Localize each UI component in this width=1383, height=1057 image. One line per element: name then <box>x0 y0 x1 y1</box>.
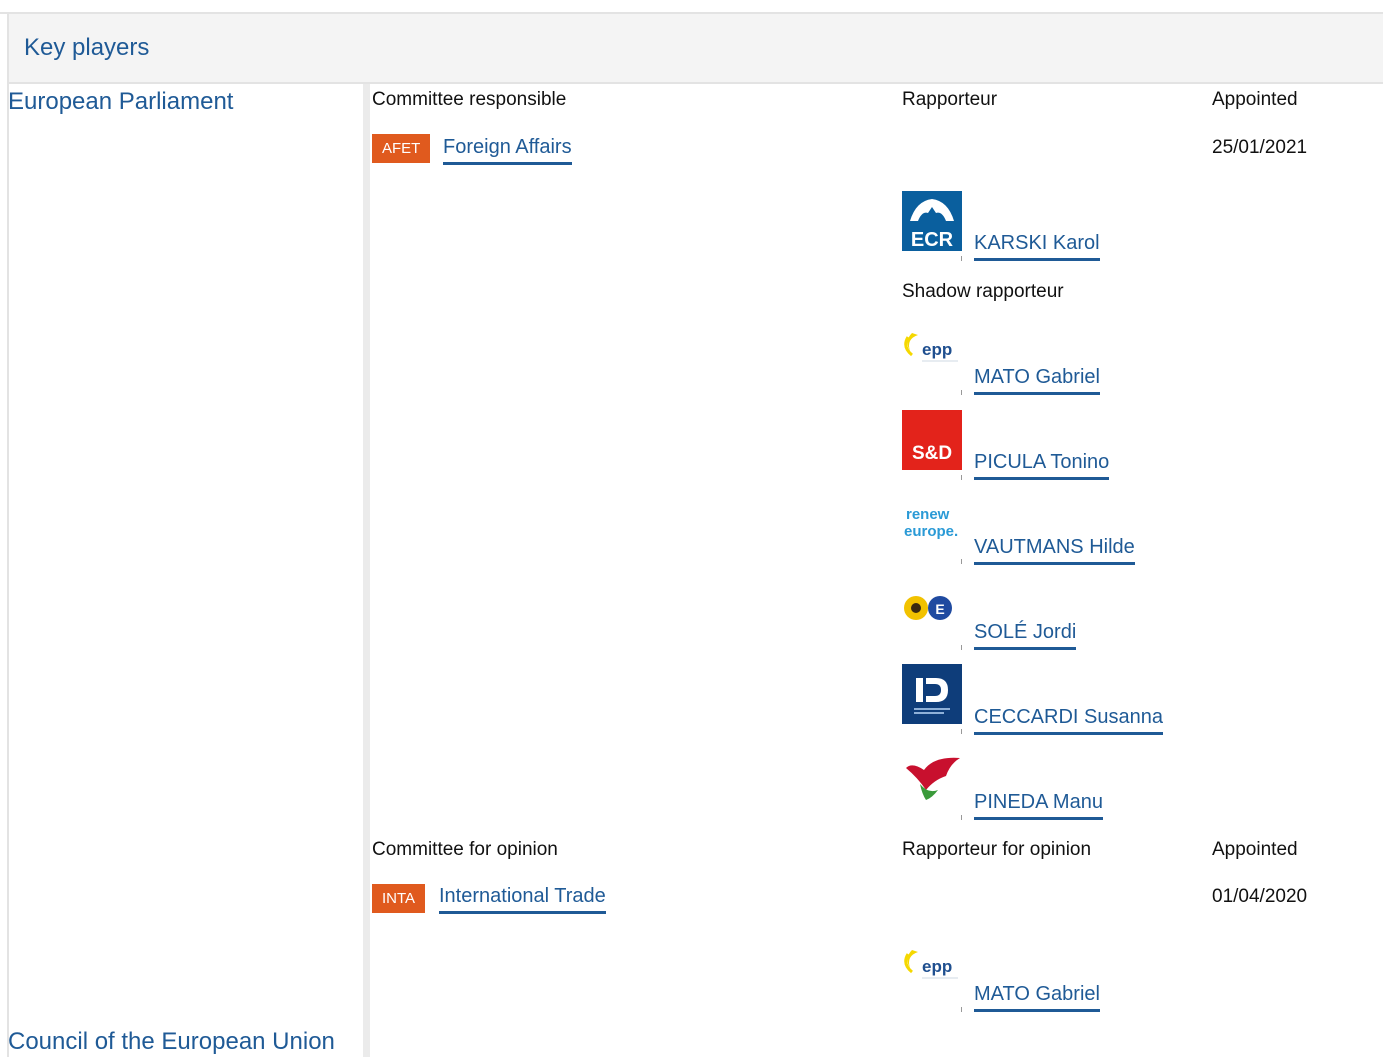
left-border <box>7 84 9 1057</box>
svg-text:renew: renew <box>906 506 950 523</box>
committee-badge-inta: INTA <box>372 884 426 913</box>
rapporteur-opinion-header: Rapporteur for opinion <box>902 839 1092 860</box>
committee-responsible-header: Committee responsible <box>372 89 567 110</box>
epp-logo-icon: epp <box>902 942 962 1002</box>
institution-council[interactable]: Council of the European Union <box>8 1028 335 1056</box>
logo-marker <box>961 559 962 564</box>
logo-marker <box>961 1007 962 1012</box>
logo-marker <box>961 256 962 261</box>
logo-marker <box>961 645 962 650</box>
svg-text:europe.: europe. <box>904 523 958 540</box>
id-logo-icon <box>902 664 962 724</box>
opinion-appointed-header: Appointed <box>1212 839 1298 860</box>
opinion-rapporteur-link-mato[interactable]: MATO Gabriel <box>974 983 1100 1012</box>
shadow-link-ceccardi[interactable]: CECCARDI Susanna <box>974 706 1163 735</box>
gue-ngl-logo-icon <box>902 750 962 810</box>
logo-marker <box>961 475 962 480</box>
appointed-header: Appointed <box>1212 89 1298 110</box>
svg-text:epp: epp <box>922 340 952 359</box>
renew-logo-icon: renew europe. <box>902 494 962 554</box>
ecr-logo-icon: ECR <box>902 191 962 251</box>
rapporteur-link-karski[interactable]: KARSKI Karol <box>974 232 1100 261</box>
shadow-link-sole[interactable]: SOLÉ Jordi <box>974 621 1077 650</box>
shadow-rapporteur-header: Shadow rapporteur <box>902 281 1064 302</box>
svg-text:epp: epp <box>922 957 952 976</box>
committee-link-foreign-affairs[interactable]: Foreign Affairs <box>443 136 572 165</box>
opinion-appointed-date: 01/04/2020 <box>1212 886 1308 907</box>
svg-text:ECR: ECR <box>911 229 954 251</box>
logo-marker <box>961 390 962 395</box>
appointed-date: 25/01/2021 <box>1212 137 1308 158</box>
logo-marker <box>961 729 962 734</box>
logo-marker <box>961 815 962 820</box>
svg-text:E: E <box>935 601 944 617</box>
committee-link-international-trade[interactable]: International Trade <box>439 885 606 914</box>
rapporteur-header: Rapporteur <box>902 89 998 110</box>
shadow-link-picula[interactable]: PICULA Tonino <box>974 451 1110 480</box>
epp-logo-icon: epp <box>902 325 962 385</box>
section-title: Key players <box>24 34 150 61</box>
sd-logo-icon: S&D <box>902 410 962 470</box>
shadow-link-pineda[interactable]: PINEDA Manu <box>974 791 1103 820</box>
institution-european-parliament[interactable]: European Parliament <box>8 88 233 116</box>
key-players-header: Key players <box>7 14 1383 84</box>
svg-text:S&D: S&D <box>912 443 952 464</box>
greens-efa-logo-icon: E <box>902 580 962 640</box>
shadow-link-vautmans[interactable]: VAUTMANS Hilde <box>974 536 1135 565</box>
column-separator <box>363 84 370 1057</box>
committee-badge-afet: AFET <box>372 134 431 163</box>
committee-opinion-header: Committee for opinion <box>372 839 558 860</box>
shadow-link-mato[interactable]: MATO Gabriel <box>974 366 1100 395</box>
